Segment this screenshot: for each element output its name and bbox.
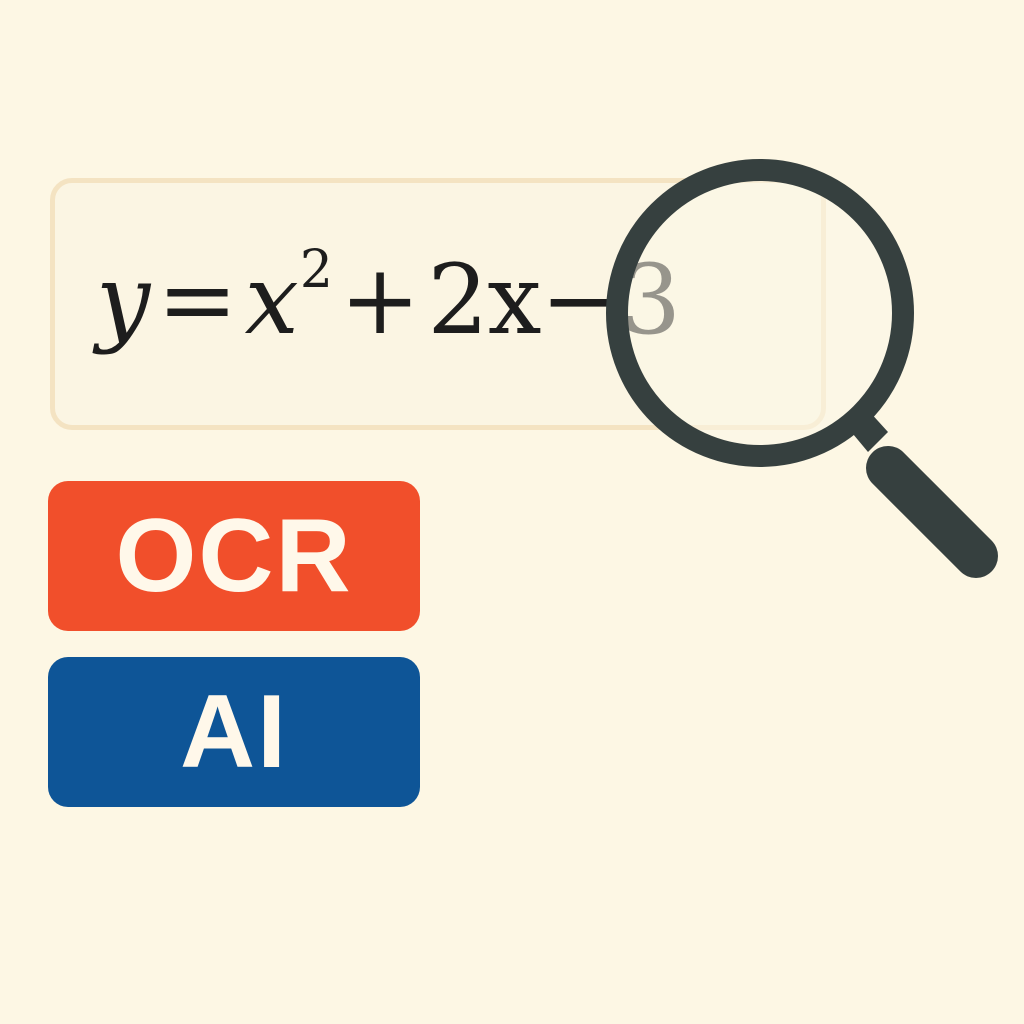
formula-y: y (96, 244, 150, 356)
formula-x: x (244, 244, 299, 356)
formula-term: 2x (427, 244, 541, 356)
formula-equals: = (157, 244, 237, 356)
formula-exponent: 2 (299, 240, 333, 300)
ocr-badge: OCR (48, 481, 420, 631)
math-formula: y=x2+2x−3 (96, 244, 681, 348)
magnifying-glass-icon (606, 159, 998, 578)
ai-badge-label: AI (180, 673, 288, 790)
ai-badge: AI (48, 657, 420, 807)
ocr-badge-label: OCR (115, 497, 353, 614)
formula-plus: + (339, 244, 420, 356)
